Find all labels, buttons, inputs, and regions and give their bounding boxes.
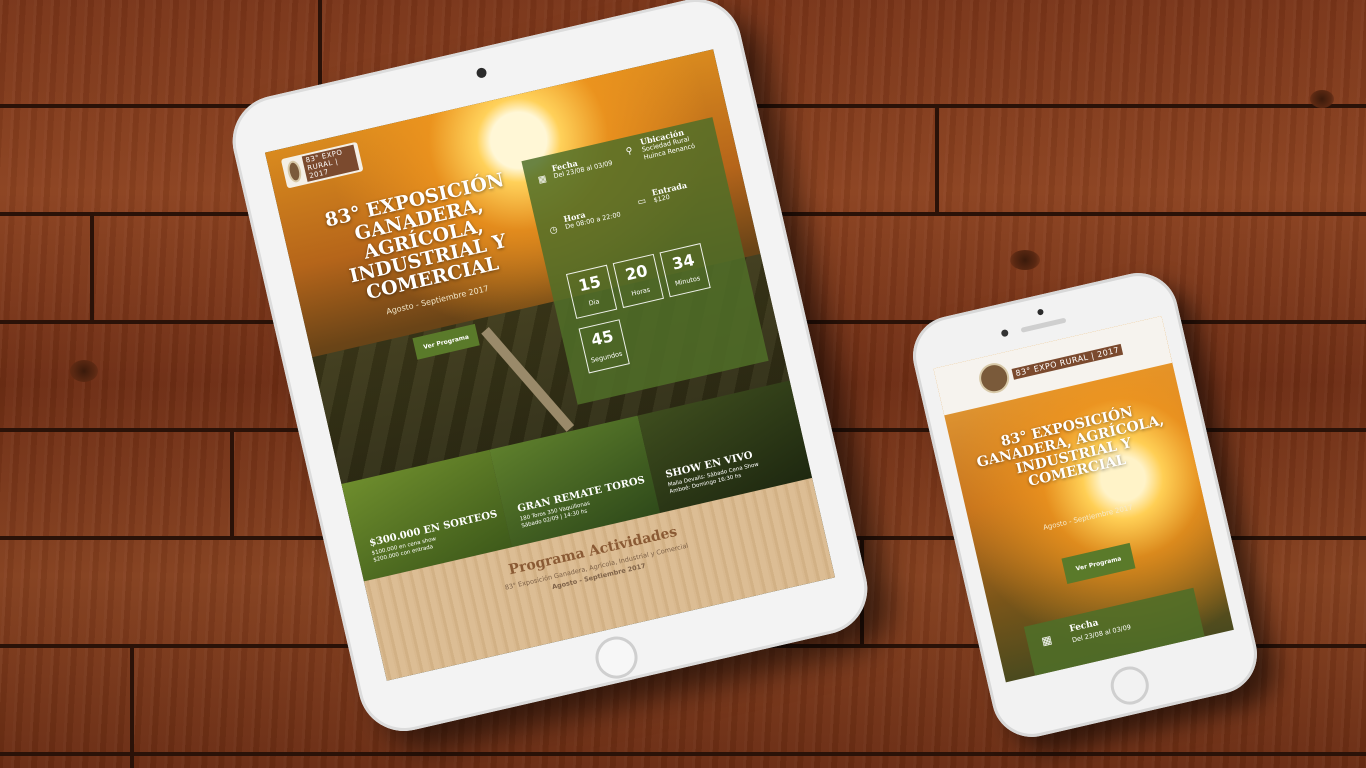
page-subtitle: Agosto - Septiembre 2017 (1042, 503, 1134, 532)
wood-knot (1010, 250, 1040, 270)
calendar-icon: ▦ (1040, 633, 1054, 649)
sociedad-rural-seal-icon (976, 360, 1013, 397)
entrada-label: Entrada (650, 179, 688, 198)
entrada-item: Entrada $120 (650, 173, 723, 205)
plank-seam (130, 648, 134, 768)
fecha-item: Fecha Del 23/08 al 03/09 (551, 150, 617, 180)
ticket-icon: ▭ (636, 196, 648, 208)
location-pin-icon: ⚲ (625, 146, 634, 158)
tablet-home-button[interactable] (591, 632, 642, 683)
plank-seam (935, 108, 939, 216)
countdown-days: 15 Dia (565, 264, 618, 319)
plank-seam (90, 216, 94, 324)
countdown-minutes: 34 Minutos (659, 243, 711, 298)
page-title: 83° Exposición Ganadera, Agrícola, Indus… (975, 404, 1166, 490)
sociedad-rural-seal-icon (285, 159, 304, 184)
phone-header: 83° EXPO RURAL | 2017 (933, 315, 1173, 416)
calendar-icon: ▦ (537, 174, 548, 186)
phone-home-button[interactable] (1106, 662, 1153, 709)
clock-icon: ◷ (548, 224, 559, 237)
wood-knot (70, 360, 98, 382)
phone-sensor (1036, 308, 1045, 316)
logo-text: 83° EXPO RURAL | 2017 (1011, 343, 1124, 380)
tablet-screen: 83° EXPO RURAL | 2017 83° Exposición Gan… (264, 49, 836, 681)
countdown-seconds: 45 Segundos (578, 319, 630, 374)
plank-seam (230, 432, 234, 540)
phone-speaker (1020, 317, 1067, 333)
wood-knot (1310, 90, 1334, 108)
countdown-hours: 20 Horas (612, 253, 664, 309)
ver-programa-button[interactable]: Ver Programa (1061, 542, 1136, 585)
tablet-camera (475, 66, 488, 79)
phone-fecha-panel: ▦ Fecha Del 23/08 al 03/09 (1023, 587, 1207, 683)
hora-item: Hora De 08:00 a 22:00 (562, 201, 629, 231)
expo-logo[interactable]: 83° EXPO RURAL | 2017 (976, 334, 1125, 397)
phone-front-camera (1000, 328, 1009, 338)
phone-screen: 83° EXPO RURAL | 2017 83° Exposición Gan… (933, 315, 1234, 683)
